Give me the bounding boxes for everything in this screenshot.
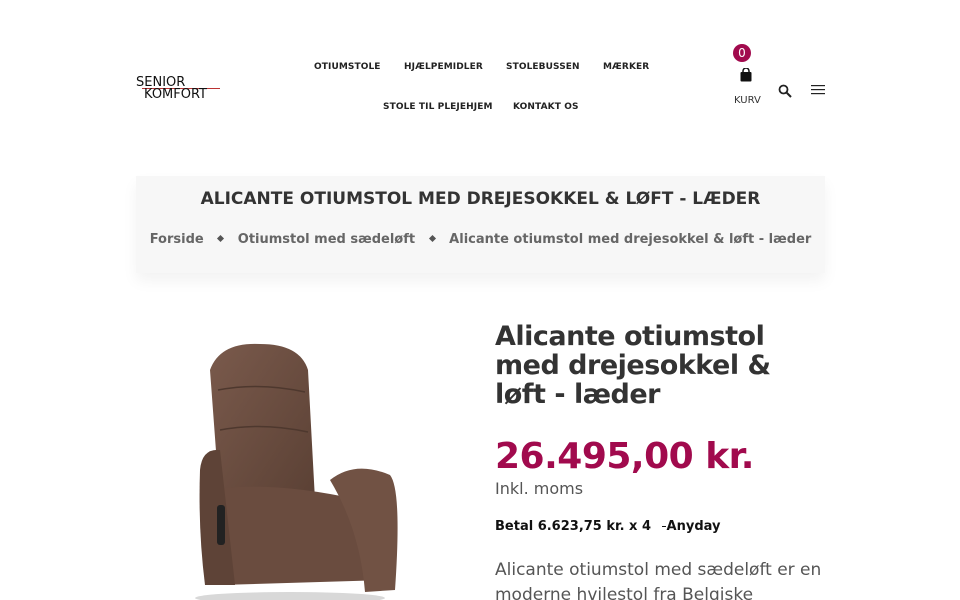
anyday-label: Anyday <box>666 519 721 534</box>
installment-text: Betal 6.623,75 kr. x 4 <box>495 519 651 534</box>
breadcrumb: Forside Otiumstol med sædeløft Alicante … <box>136 232 825 247</box>
installment-info: Betal 6.623,75 kr. x 4 Anyday <box>495 519 720 534</box>
product-title: Alicante otiumstol med drejesokkel & løf… <box>495 321 771 410</box>
logo-line2: KOMFORT <box>144 87 208 102</box>
product-description: Alicante otiumstol med sædeløft er en mo… <box>495 560 822 600</box>
shopping-bag-icon <box>740 68 752 82</box>
cart-label: KURV <box>734 95 761 106</box>
breadcrumb-category[interactable]: Otiumstol med sædeløft <box>238 232 415 247</box>
page-title: ALICANTE OTIUMSTOL MED DREJESOKKEL & LØF… <box>200 189 761 209</box>
anyday-logo[interactable]: Anyday <box>661 519 721 534</box>
hamburger-menu-icon[interactable] <box>811 84 825 96</box>
nav-item-stole-til-plejehjem[interactable]: STOLE TIL PLEJEHJEM <box>383 102 493 112</box>
search-icon[interactable] <box>778 84 792 98</box>
breadcrumb-separator-icon <box>428 234 436 243</box>
site-header: SENIOR KOMFORT OTIUMSTOLE HJÆLPEMIDLER S… <box>0 0 960 150</box>
nav-item-hjaelpemidler[interactable]: HJÆLPEMIDLER <box>404 62 483 72</box>
product-image[interactable] <box>180 330 440 600</box>
cart-count-badge: 0 <box>733 44 751 62</box>
page-title-bar: ALICANTE OTIUMSTOL MED DREJESOKKEL & LØF… <box>136 176 825 273</box>
nav-item-maerker[interactable]: MÆRKER <box>603 62 649 72</box>
breadcrumb-current: Alicante otiumstol med drejesokkel & løf… <box>449 232 812 247</box>
nav-item-otiumstole[interactable]: OTIUMSTOLE <box>314 62 381 72</box>
nav-item-stolebussen[interactable]: STOLEBUSSEN <box>506 62 580 72</box>
product-price: 26.495,00 kr. <box>495 436 754 477</box>
breadcrumb-separator-icon <box>217 234 225 243</box>
cart-button[interactable]: 0 KURV <box>733 44 765 110</box>
breadcrumb-home[interactable]: Forside <box>150 232 204 247</box>
site-logo[interactable]: SENIOR KOMFORT <box>136 74 224 104</box>
vat-note: Inkl. moms <box>495 479 584 498</box>
nav-item-kontakt-os[interactable]: KONTAKT OS <box>513 102 579 112</box>
